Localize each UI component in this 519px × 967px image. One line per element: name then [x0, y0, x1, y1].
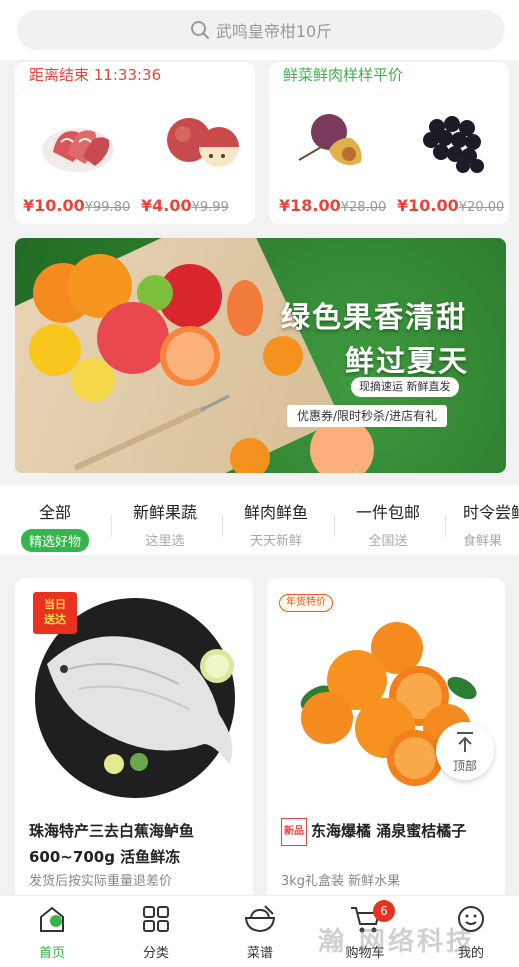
deal-price: ¥10.00	[23, 196, 85, 215]
sale-stamp: 年货特价	[279, 594, 333, 612]
deal-price: ¥18.00	[279, 196, 341, 215]
tab-divider	[111, 515, 112, 537]
search-placeholder: 武鸣皇帝柑10斤	[215, 22, 333, 41]
tab-label: 时令尝鲜	[463, 503, 519, 522]
home-icon	[40, 906, 64, 932]
deal-item-apple[interactable]: ¥4.00¥9.99	[141, 92, 251, 222]
tab-sub: 全国送	[368, 534, 408, 549]
tab-label: 全部	[38, 503, 71, 522]
stamp-line: 当日	[44, 598, 66, 611]
deal-old-price: ¥20.00	[458, 200, 505, 215]
category-tabs: 全部 精选好物 新鲜果蔬 这里选 鲜肉鲜鱼 天天新鲜 一件包邮 全国送 时令尝鲜…	[0, 485, 519, 555]
nav-label: 分类	[142, 946, 169, 961]
new-badge: 新品	[281, 818, 307, 846]
tab-sub: 这里选	[145, 534, 185, 549]
nav-recipes[interactable]: 菜谱	[220, 904, 300, 961]
deal-price: ¥10.00	[397, 196, 459, 215]
search-header: 武鸣皇帝柑10斤	[0, 0, 519, 60]
back-to-top-button[interactable]: 顶部	[436, 722, 494, 780]
deal-price: ¥4.00	[141, 196, 192, 215]
tab-label: 新鲜果蔬	[132, 503, 197, 522]
nav-label: 菜谱	[246, 946, 273, 961]
tab-free-shipping[interactable]: 一件包邮 全国送	[338, 499, 438, 550]
deal-prices: ¥10.00¥20.00	[397, 196, 517, 215]
deal-item-shrimp[interactable]: ¥10.00¥99.80	[23, 92, 133, 222]
nav-label: 首页	[38, 946, 65, 961]
tab-divider	[222, 515, 223, 537]
tab-fresh-produce[interactable]: 新鲜果蔬 这里选	[115, 499, 215, 550]
banner-subtitle: 鲜过夏天	[345, 344, 470, 378]
apple-image	[167, 118, 239, 167]
banner-tag-delivery: 现摘速运 新鲜直发	[351, 377, 459, 397]
grapes-image	[423, 116, 484, 173]
banner-title: 绿色果香清甜	[281, 300, 468, 334]
tab-sub: 精选好物	[20, 529, 89, 552]
deal-prices: ¥10.00¥99.80	[23, 196, 143, 215]
tab-sub: 食鲜果	[463, 534, 503, 549]
tab-divider	[445, 515, 446, 537]
grid-icon	[143, 906, 169, 932]
product-card-fish[interactable]: 当日 送达 珠海特产三去白蕉海鲈鱼600~700g 活鱼鲜冻 发货后按实际重量退…	[15, 578, 253, 903]
tab-label: 一件包邮	[355, 503, 420, 522]
tab-all[interactable]: 全部 精选好物	[5, 499, 105, 552]
tab-label: 鲜肉鲜鱼	[243, 503, 308, 522]
shrimp-image	[42, 128, 114, 172]
banner-tag-offers: 优惠券/限时秒杀/进店有礼	[287, 405, 448, 427]
deal-prices: ¥4.00¥9.99	[141, 196, 261, 215]
nav-category[interactable]: 分类	[116, 904, 196, 961]
product-name: 新品 东海爆橘 涌泉蜜桔橘子	[281, 818, 501, 846]
tab-meat-fish[interactable]: 鲜肉鲜鱼 天天新鲜	[226, 499, 326, 550]
tab-divider	[334, 515, 335, 537]
deal-old-price: ¥9.99	[191, 200, 229, 215]
watermark: 瀚 网络科技	[318, 927, 476, 957]
countdown-title: 距离结束 11:33:36	[29, 66, 162, 84]
stamp-line: 送达	[44, 613, 66, 626]
flash-sale-card[interactable]: 距离结束 11:33:36 ¥10.00¥99.80 ¥4.00¥9.99	[15, 62, 255, 224]
plum-image	[298, 114, 362, 166]
deal-item-grapes[interactable]: ¥10.00¥20.00	[397, 92, 507, 222]
deal-old-price: ¥99.80	[84, 200, 131, 215]
bowl-icon	[244, 905, 276, 933]
cart-count-badge: 6	[373, 900, 395, 922]
deal-prices: ¥18.00¥28.00	[279, 196, 399, 215]
product-desc: 发货后按实际重量退差价	[29, 874, 173, 889]
promo-banner[interactable]: 绿色果香清甜 鲜过夏天 现摘速运 新鲜直发 优惠券/限时秒杀/进店有礼	[15, 238, 506, 473]
deal-old-price: ¥28.00	[340, 200, 387, 215]
product-title: 东海爆橘 涌泉蜜桔橘子	[311, 822, 467, 840]
search-bar[interactable]: 武鸣皇帝柑10斤	[17, 10, 505, 50]
tab-seasonal[interactable]: 时令尝鲜 食鲜果	[449, 499, 519, 550]
arrow-up-icon	[457, 732, 473, 752]
tab-sub: 天天新鲜	[249, 534, 302, 549]
same-day-delivery-stamp: 当日 送达	[33, 592, 77, 634]
back-to-top-label: 顶部	[452, 759, 477, 773]
daily-deals-card[interactable]: 鲜菜鲜肉样样平价 ¥18.00¥28.00 ¥10.00¥20.00	[269, 62, 509, 224]
nav-home[interactable]: 首页	[12, 904, 92, 961]
product-desc: 3kg礼盒装 新鲜水果	[281, 874, 401, 889]
deal-item-plum[interactable]: ¥18.00¥28.00	[279, 92, 389, 222]
search-icon	[190, 21, 209, 39]
deals-title: 鲜菜鲜肉样样平价	[283, 66, 404, 84]
product-name: 珠海特产三去白蕉海鲈鱼600~700g 活鱼鲜冻	[29, 822, 195, 866]
